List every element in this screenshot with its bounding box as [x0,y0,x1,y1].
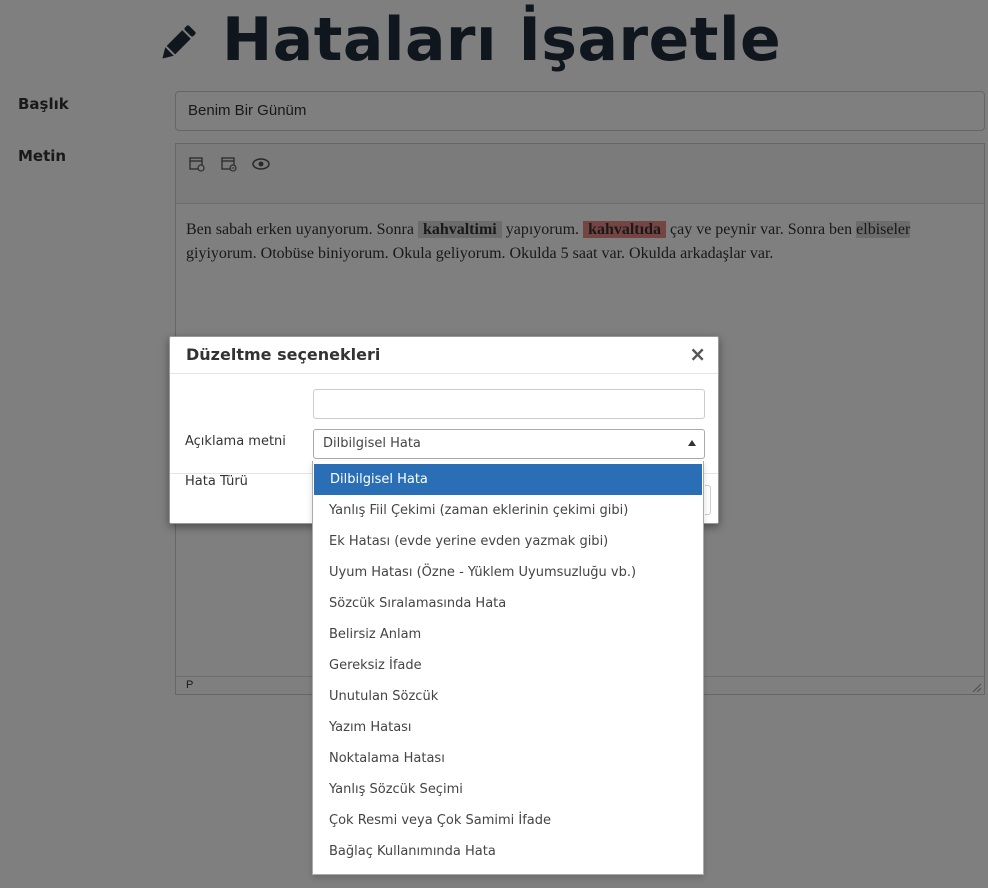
dropdown-option[interactable]: Yanlış Fiil Çekimi (zaman eklerinin çeki… [313,495,703,526]
error-type-select[interactable]: Dilbilgisel Hata [313,429,705,459]
description-label: Açıklama metni [185,434,286,449]
dropdown-option[interactable]: Gereksiz İfade [313,650,703,681]
dropdown-option[interactable]: Bağlaç Kullanımında Hata [313,836,703,867]
dropdown-option[interactable]: Uyum Hatası (Özne - Yüklem Uyumsuzluğu v… [313,557,703,588]
dropdown-option[interactable]: Ek Hatası (evde yerine evden yazmak gibi… [313,526,703,557]
error-type-selected-value: Dilbilgisel Hata [323,436,421,451]
error-type-dropdown: Dilbilgisel Hata Yanlış Fiil Çekimi (zama… [312,461,704,875]
dropdown-option[interactable]: Unutulan Sözcük [313,681,703,712]
description-input[interactable] [313,389,705,419]
dropdown-option[interactable]: Yanlış Sözcük Seçimi [313,774,703,805]
dropdown-option[interactable]: Çok Resmi veya Çok Samimi İfade [313,805,703,836]
close-icon[interactable]: × [689,343,706,365]
dropdown-option[interactable]: Sözcük Sıralamasında Hata [313,588,703,619]
modal-title: Düzeltme seçenekleri [186,345,381,364]
modal-footer-button[interactable] [705,485,711,515]
chevron-up-icon [688,440,696,446]
modal-header: Düzeltme seçenekleri × [170,337,718,374]
error-type-label: Hata Türü [185,474,248,489]
dropdown-option[interactable]: Dilbilgisel Hata [314,464,702,495]
dropdown-option[interactable]: Noktalama Hatası [313,743,703,774]
dropdown-option[interactable]: Yazım Hatası [313,712,703,743]
dropdown-option[interactable]: Belirsiz Anlam [313,619,703,650]
